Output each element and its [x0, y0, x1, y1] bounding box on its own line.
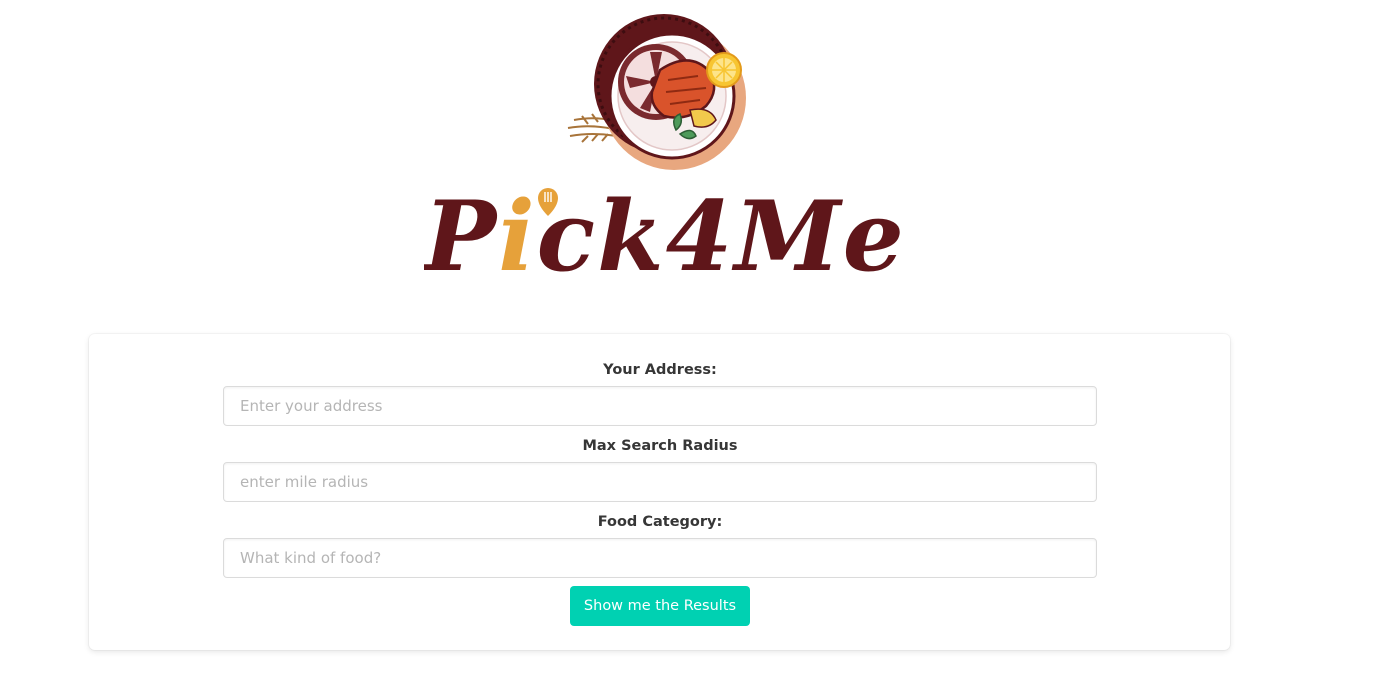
tire-plate-food-icon [567, 14, 746, 170]
radius-field-group: Max Search Radius [223, 436, 1097, 502]
pick4me-wordmark: Pick4Me [424, 180, 906, 290]
logo: Pick4Me [0, 0, 1392, 300]
wordmark-text: Pick4Me [424, 180, 906, 290]
category-input[interactable] [223, 538, 1097, 578]
category-field-group: Food Category: [223, 512, 1097, 578]
address-label: Your Address: [603, 362, 717, 378]
radius-input[interactable] [223, 462, 1097, 502]
address-input[interactable] [223, 386, 1097, 426]
page: Pick4Me Your Address: Max Search Radius … [0, 0, 1392, 694]
category-label: Food Category: [597, 514, 723, 530]
address-field-group: Your Address: [223, 360, 1097, 426]
show-results-button[interactable]: Show me the Results [570, 586, 750, 626]
radius-label: Max Search Radius [582, 438, 738, 454]
search-form-card: Your Address: Max Search Radius Food Cat… [89, 334, 1230, 650]
